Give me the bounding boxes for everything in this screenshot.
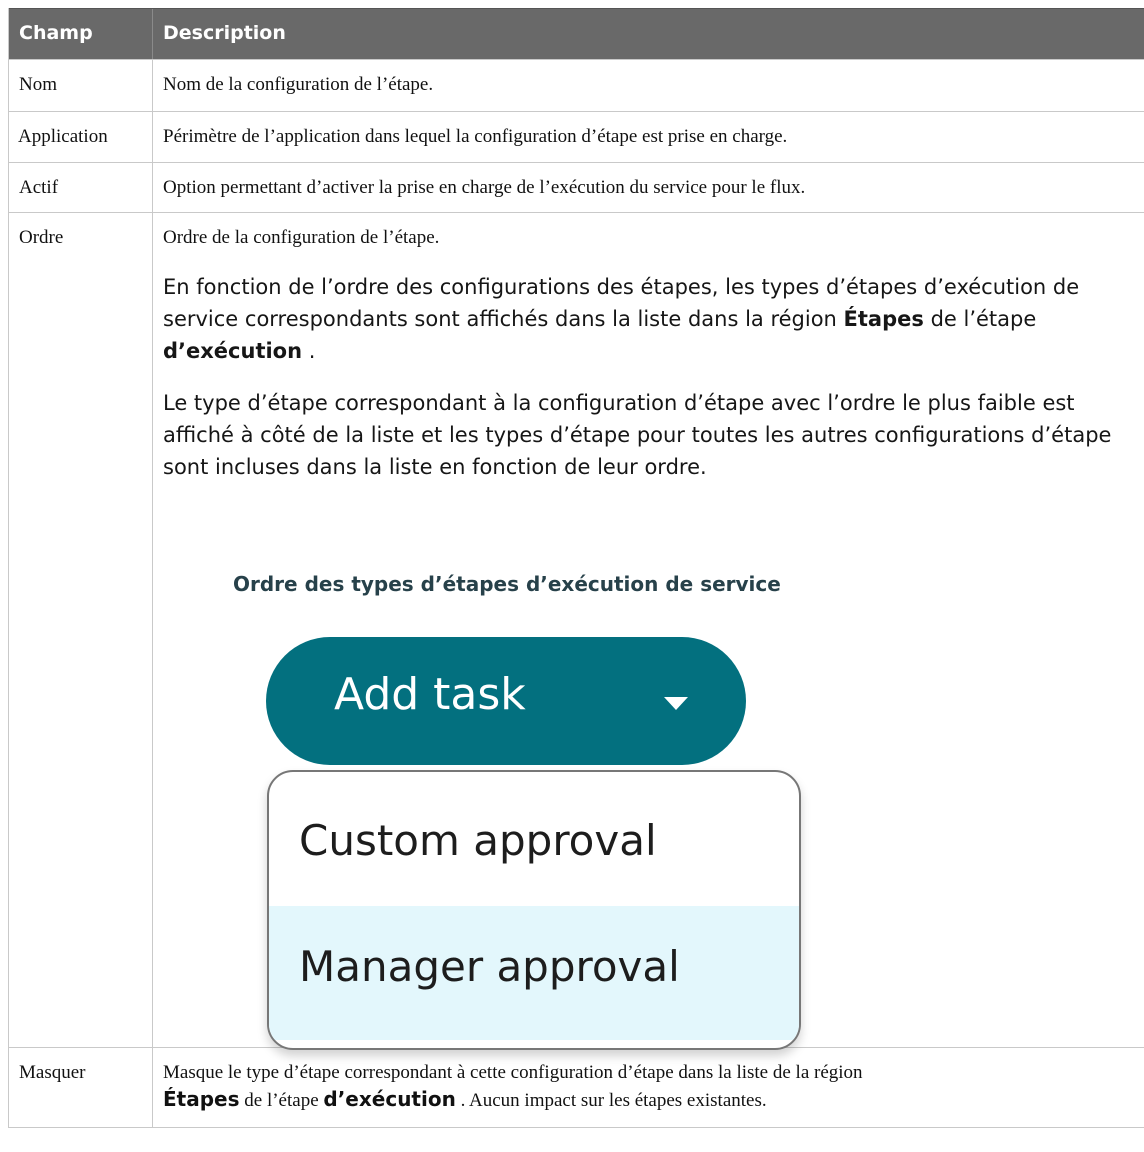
field-name: Actif (9, 163, 153, 212)
add-task-label: Add task (334, 669, 526, 720)
order-paragraph-1-mid: de l’étape (923, 307, 1037, 331)
hide-description-line-2: Étapes de l’étape d’exécution . Aucun im… (163, 1086, 1135, 1114)
field-name: Application (9, 112, 153, 162)
field-name: Ordre (9, 213, 153, 1047)
execution-step-label: d’exécution (323, 1087, 456, 1111)
field-name: Nom (9, 60, 153, 111)
caret-down-icon (664, 697, 688, 710)
region-steps-label: Étapes (163, 1087, 240, 1111)
field-description: Périmètre de l’application dans lequel l… (163, 126, 788, 147)
order-paragraph-1-end: . (302, 339, 316, 363)
table-row: Masquer Masque le type d’étape correspon… (9, 1048, 1144, 1128)
order-summary: Ordre de la configuration de l’étape. (163, 227, 440, 248)
table-header-row: Champ Description (9, 8, 1144, 60)
table-row: Actif Option permettant d’activer la pri… (9, 163, 1144, 213)
hide-description-end: . Aucun impact sur les étapes existantes… (455, 1090, 767, 1111)
order-paragraph-2: Le type d’étape correspondant à la confi… (163, 391, 1112, 479)
header-field: Champ (9, 9, 153, 59)
figure-title: Ordre des types d’étapes d’exécution de … (233, 572, 781, 596)
header-description: Description (163, 22, 286, 44)
add-task-button[interactable]: Add task (266, 637, 746, 765)
order-paragraph-1: En fonction de l’ordre des configuration… (163, 271, 1135, 367)
task-dropdown-menu: Custom approval Manager approval (267, 770, 801, 1050)
field-description: Option permettant d’activer la prise en … (163, 177, 806, 198)
region-steps-label: Étapes (843, 307, 924, 331)
menu-item-manager-approval[interactable]: Manager approval (269, 906, 799, 1040)
menu-item-custom-approval[interactable]: Custom approval (269, 772, 799, 906)
execution-step-label: d’exécution (163, 339, 303, 363)
hide-description-mid: de l’étape (239, 1090, 324, 1111)
field-description: Masque le type d’étape correspondant à c… (153, 1048, 1144, 1127)
field-description: Nom de la configuration de l’étape. (163, 74, 434, 95)
hide-description-line-1: Masque le type d’étape correspondant à c… (163, 1062, 863, 1083)
table-row: Nom Nom de la configuration de l’étape. (9, 60, 1144, 112)
table-row: Application Périmètre de l’application d… (9, 112, 1144, 163)
field-name: Masquer (9, 1048, 153, 1127)
